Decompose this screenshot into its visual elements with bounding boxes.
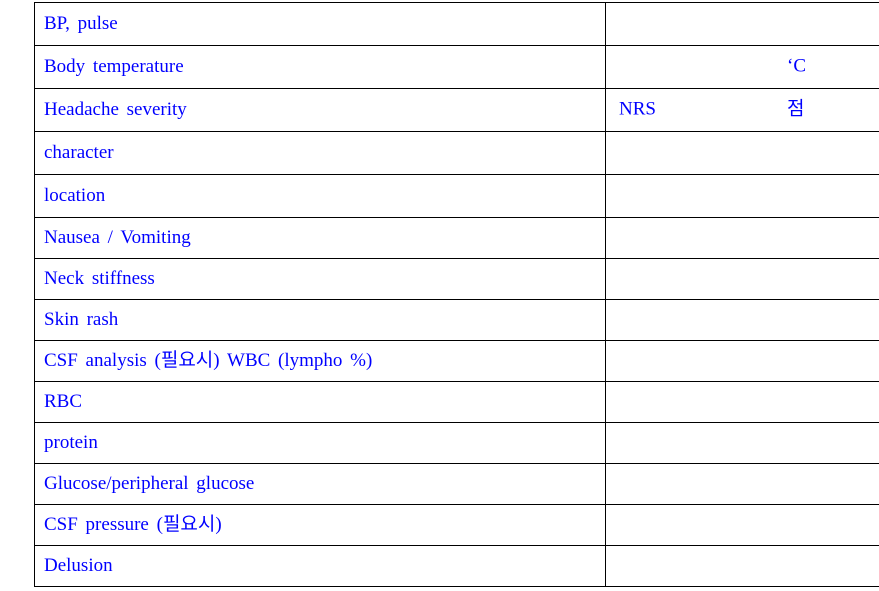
value-scale-label: NRS xyxy=(619,98,656,120)
row-label-cell: protein xyxy=(34,422,606,464)
document-page: BP, pulse Body temperature ‘C Headache seve… xyxy=(0,0,879,591)
row-value-cell[interactable] xyxy=(605,340,879,382)
table-row: RBC xyxy=(34,381,879,423)
row-label: location xyxy=(44,184,106,206)
row-label: Headache severity xyxy=(44,98,187,120)
row-label-cell: location xyxy=(34,174,606,218)
row-label-cell: CSF analysis (필요시) WBC (lympho %) xyxy=(34,340,606,382)
row-label: BP, pulse xyxy=(44,12,118,34)
table-row: location xyxy=(34,174,879,218)
row-label-cell: Body temperature xyxy=(34,45,606,89)
row-label: Glucose/peripheral glucose xyxy=(44,472,255,494)
value-entry-area[interactable] xyxy=(615,383,877,422)
row-value-cell[interactable] xyxy=(605,2,879,46)
row-value-cell[interactable] xyxy=(605,258,879,300)
value-unit-label: ‘C xyxy=(787,55,806,77)
table-row: Glucose/peripheral glucose xyxy=(34,463,879,505)
row-label: Delusion xyxy=(44,554,113,576)
row-value-cell[interactable]: ‘C xyxy=(605,45,879,89)
value-entry-area[interactable] xyxy=(615,547,877,586)
row-label: CSF analysis (필요시) WBC (lympho %) xyxy=(44,349,373,371)
row-label: Neck stiffness xyxy=(44,267,155,289)
row-value-cell[interactable] xyxy=(605,545,879,587)
row-value-cell[interactable] xyxy=(605,217,879,259)
value-entry-area[interactable] xyxy=(615,4,877,45)
row-value-cell[interactable]: NRS 점 xyxy=(605,88,879,132)
value-entry-area[interactable] xyxy=(615,424,877,463)
row-label-cell: Nausea / Vomiting xyxy=(34,217,606,259)
row-label-cell: Headache severity xyxy=(34,88,606,132)
value-entry-area[interactable] xyxy=(615,219,877,258)
row-label-cell: Glucose/peripheral glucose xyxy=(34,463,606,505)
row-label-cell: CSF pressure (필요시) xyxy=(34,504,606,546)
row-label: Nausea / Vomiting xyxy=(44,226,191,248)
table-row: Nausea / Vomiting xyxy=(34,217,879,259)
row-value-cell[interactable] xyxy=(605,131,879,175)
row-label: protein xyxy=(44,431,98,453)
value-entry-area[interactable] xyxy=(615,342,877,381)
row-label-cell: Neck stiffness xyxy=(34,258,606,300)
value-entry-area[interactable] xyxy=(615,465,877,504)
row-label-cell: Skin rash xyxy=(34,299,606,341)
row-value-cell[interactable] xyxy=(605,504,879,546)
value-entry-area[interactable] xyxy=(615,260,877,299)
table-row: Skin rash xyxy=(34,299,879,341)
row-label: Skin rash xyxy=(44,308,119,330)
value-entry-area[interactable] xyxy=(615,506,877,545)
clinical-assessment-table: BP, pulse Body temperature ‘C Headache seve… xyxy=(34,2,879,587)
row-label-cell: BP, pulse xyxy=(34,2,606,46)
table-row: Delusion xyxy=(34,545,879,587)
row-value-cell[interactable] xyxy=(605,463,879,505)
row-label-cell: RBC xyxy=(34,381,606,423)
row-label-cell: Delusion xyxy=(34,545,606,587)
value-unit-label: 점 xyxy=(787,98,805,120)
value-entry-area[interactable]: ‘C xyxy=(615,47,877,88)
table-row: protein xyxy=(34,422,879,464)
row-label: character xyxy=(44,141,114,163)
row-label: RBC xyxy=(44,390,83,412)
table-row: Body temperature ‘C xyxy=(34,45,879,89)
table-body: BP, pulse Body temperature ‘C Headache seve… xyxy=(34,2,879,587)
row-value-cell[interactable] xyxy=(605,299,879,341)
value-entry-area[interactable] xyxy=(615,176,877,217)
value-entry-area[interactable] xyxy=(615,133,877,174)
table-row: Headache severity NRS 점 xyxy=(34,88,879,132)
table-row: character xyxy=(34,131,879,175)
row-value-cell[interactable] xyxy=(605,174,879,218)
table-row: CSF pressure (필요시) xyxy=(34,504,879,546)
table-row: CSF analysis (필요시) WBC (lympho %) xyxy=(34,340,879,382)
row-label: CSF pressure (필요시) xyxy=(44,513,222,535)
row-label-cell: character xyxy=(34,131,606,175)
row-value-cell[interactable] xyxy=(605,381,879,423)
row-value-cell[interactable] xyxy=(605,422,879,464)
value-entry-area[interactable]: NRS 점 xyxy=(615,90,877,131)
table-row: Neck stiffness xyxy=(34,258,879,300)
value-entry-area[interactable] xyxy=(615,301,877,340)
table-row: BP, pulse xyxy=(34,2,879,46)
row-label: Body temperature xyxy=(44,55,184,77)
